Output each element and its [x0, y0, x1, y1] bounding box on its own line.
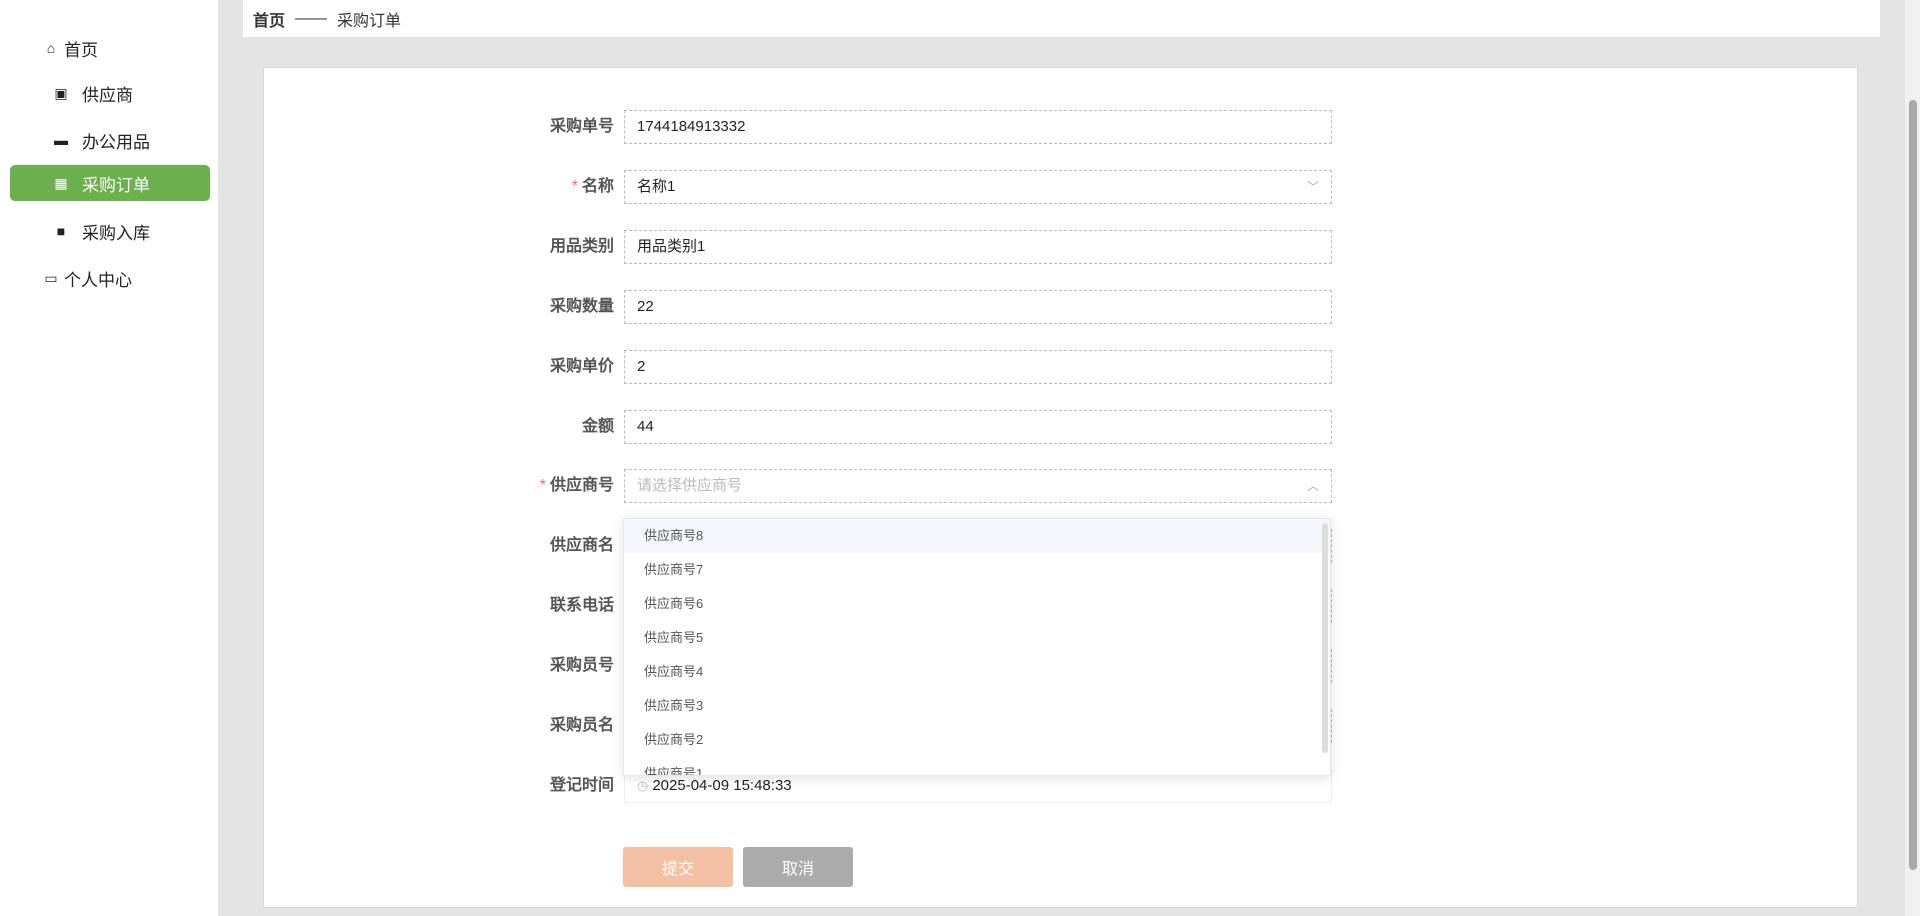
briefcase-icon: ▬ [54, 132, 68, 148]
submit-button[interactable]: 提交 [623, 847, 733, 887]
dropdown-option[interactable]: 供应商号4 [624, 655, 1330, 689]
field-supplier-no: * 供应商号 请选择供应商号 ︿ [264, 469, 1859, 503]
name-select[interactable]: 名称1 ﹀ [624, 170, 1332, 204]
field-label: 供应商名 [549, 537, 614, 554]
sidebar-item-purchase-order[interactable]: ▦ 采购订单 [10, 165, 210, 201]
sidebar-item-profile[interactable]: ▭ 个人中心 [10, 260, 210, 296]
scrollbar-thumb[interactable] [1909, 100, 1917, 870]
breadcrumb-home[interactable]: 首页 [253, 7, 285, 31]
field-category: 用品类别 用品类别1 [264, 230, 1859, 264]
field-label: * 供应商号 [540, 469, 614, 503]
field-name: * 名称 名称1 ﹀ [264, 170, 1859, 204]
sidebar-item-label: 办公用品 [82, 132, 150, 152]
quantity-input[interactable]: 22 [624, 290, 1332, 324]
field-order-no: 采购单号 1744184913332 [264, 110, 1859, 144]
select-placeholder: 请选择供应商号 [637, 477, 743, 494]
clipboard-icon: ▣ [54, 84, 68, 101]
category-input[interactable]: 用品类别1 [624, 230, 1332, 264]
dropdown-option[interactable]: 供应商号6 [624, 587, 1330, 621]
field-label: 联系电话 [549, 597, 614, 614]
breadcrumb: 首页 —— 采购订单 [243, 0, 1880, 37]
page-scrollbar[interactable] [1905, 0, 1920, 916]
sidebar-item-label: 首页 [64, 40, 98, 60]
datetime-value: 2025-04-09 15:48:33 [652, 777, 792, 794]
supplier-no-dropdown: 供应商号8 供应商号7 供应商号6 供应商号5 供应商号4 供应商号3 供应商号… [623, 518, 1331, 776]
field-amount: 金额 44 [264, 410, 1859, 444]
field-label: 采购单号 [549, 118, 614, 135]
supplier-no-select[interactable]: 请选择供应商号 ︿ [624, 469, 1332, 503]
dropdown-option[interactable]: 供应商号5 [624, 621, 1330, 655]
required-mark: * [539, 477, 546, 494]
dropdown-scrollbar[interactable] [1322, 523, 1328, 753]
grid-icon: ▦ [54, 174, 68, 191]
order-no-input[interactable]: 1744184913332 [624, 110, 1332, 144]
dropdown-option[interactable]: 供应商号1 [624, 757, 1330, 775]
clock-icon: ◷ [637, 778, 649, 793]
dropdown-option[interactable]: 供应商号8 [624, 519, 1330, 553]
sidebar: ⌂ 首页 ▣ 供应商 ▬ 办公用品 ▦ 采购订单 ■ 采购入库 ▭ 个人中心 [0, 0, 218, 916]
field-price: 采购单价 2 [264, 350, 1859, 384]
dropdown-option[interactable]: 供应商号3 [624, 689, 1330, 723]
sidebar-item-label: 供应商 [82, 85, 133, 105]
chevron-down-icon: ﹀ [1306, 180, 1319, 194]
sidebar-item-label: 个人中心 [64, 270, 132, 290]
cancel-button[interactable]: 取消 [743, 847, 853, 887]
field-label: 金额 [581, 418, 614, 435]
card-icon: ▭ [44, 269, 58, 286]
dropdown-option[interactable]: 供应商号7 [624, 553, 1330, 587]
required-mark: * [571, 178, 578, 195]
label-text: 供应商号 [549, 477, 614, 494]
sidebar-item-office-supplies[interactable]: ▬ 办公用品 [10, 122, 210, 158]
field-label: 采购数量 [549, 298, 614, 315]
field-label: 采购单价 [549, 358, 614, 375]
home-icon: ⌂ [46, 40, 56, 56]
chevron-up-icon: ︿ [1306, 479, 1319, 493]
breadcrumb-current: 采购订单 [337, 12, 402, 30]
select-value: 名称1 [637, 178, 676, 195]
sidebar-item-home[interactable]: ⌂ 首页 [10, 30, 210, 66]
field-label: 用品类别 [549, 238, 614, 255]
inbox-icon: ■ [56, 223, 66, 239]
field-quantity: 采购数量 22 [264, 290, 1859, 324]
breadcrumb-separator: —— [295, 9, 328, 27]
dropdown-option[interactable]: 供应商号2 [624, 723, 1330, 757]
sidebar-item-label: 采购入库 [82, 223, 150, 243]
sidebar-item-label: 采购订单 [82, 175, 150, 195]
sidebar-item-supplier[interactable]: ▣ 供应商 [10, 75, 210, 111]
field-label: * 名称 [572, 170, 614, 204]
sidebar-item-purchase-inbound[interactable]: ■ 采购入库 [10, 213, 210, 249]
label-text: 名称 [581, 178, 614, 195]
field-label: 采购员名 [549, 717, 614, 734]
price-input[interactable]: 2 [624, 350, 1332, 384]
amount-input[interactable]: 44 [624, 410, 1332, 444]
field-label: 采购员号 [549, 657, 614, 674]
field-label: 登记时间 [549, 777, 614, 794]
order-form: 采购单号 1744184913332 * 名称 名称1 ﹀ 用品类别 用品类别1 采购数量… [263, 67, 1858, 908]
